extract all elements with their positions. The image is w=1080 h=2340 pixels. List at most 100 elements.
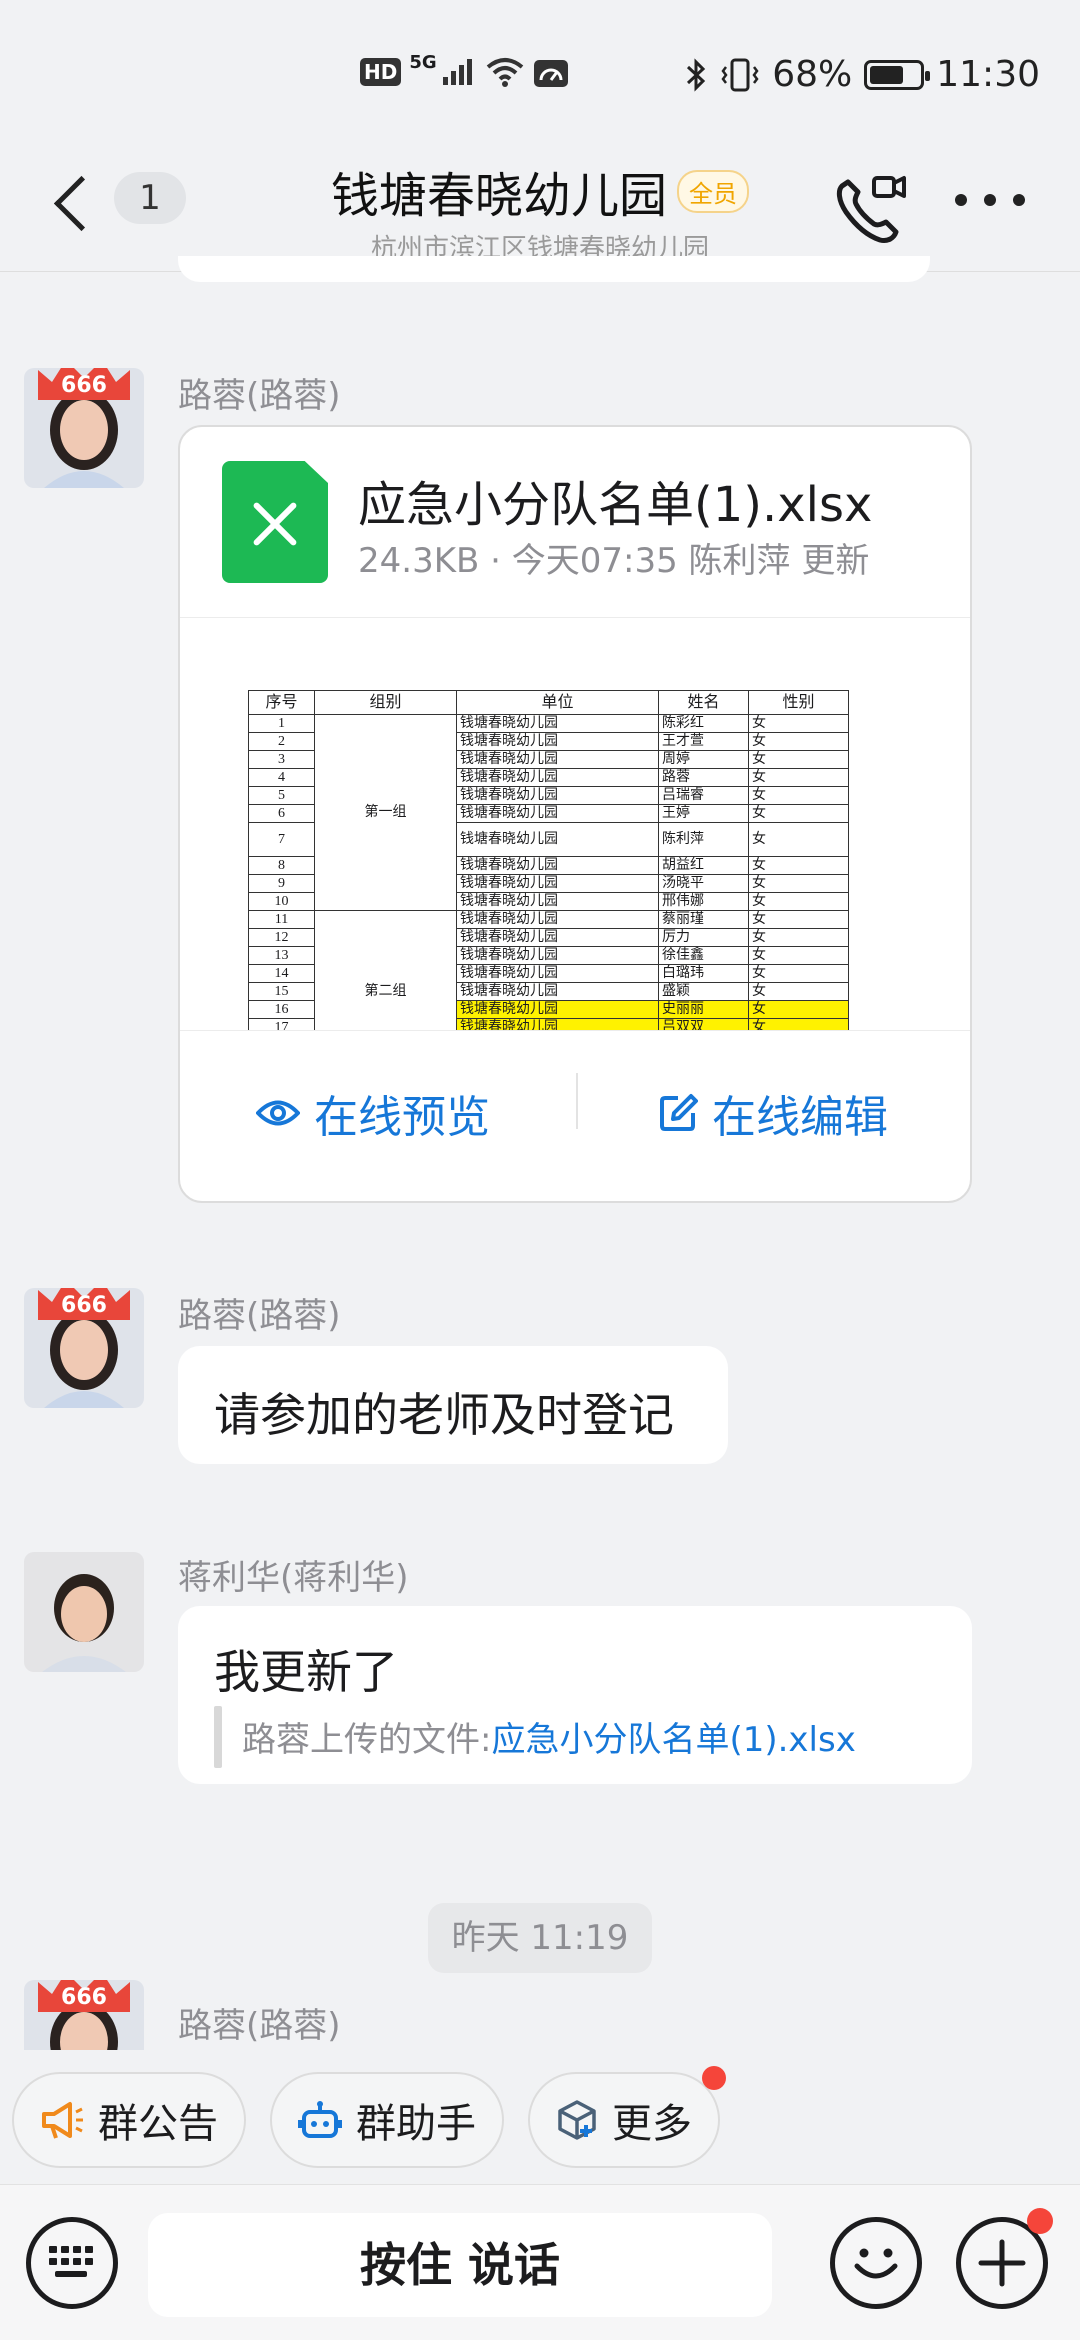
clock: 11:30 bbox=[936, 54, 1040, 95]
quote-message-bubble[interactable]: 我更新了 路蓉上传的文件:应急小分队名单(1).xlsx bbox=[178, 1606, 972, 1784]
table-cell: 女 bbox=[748, 1000, 849, 1019]
quick-action-label: 更多 bbox=[612, 2101, 692, 2147]
previous-message-bubble bbox=[178, 256, 930, 282]
network-type: 5G bbox=[409, 51, 437, 73]
avatar-lurong[interactable]: 666 bbox=[24, 1288, 144, 1408]
file-message-card[interactable]: 应急小分队名单(1).xlsx 24.3KB · 今天07:35 陈利萍 更新 … bbox=[178, 425, 972, 1203]
online-preview-button[interactable]: 在线预览 bbox=[256, 1081, 490, 1145]
table-cell: 钱塘春晓幼儿园 bbox=[456, 732, 659, 751]
avatar-lurong[interactable]: 666 bbox=[24, 1980, 144, 2050]
table-cell: 周婷 bbox=[658, 750, 749, 769]
table-cell: 钱塘春晓幼儿园 bbox=[456, 768, 659, 787]
table-cell: 女 bbox=[748, 714, 849, 733]
group-notice-button[interactable]: 群公告 bbox=[12, 2072, 246, 2168]
table-cell: 3 bbox=[248, 750, 315, 769]
battery-icon bbox=[864, 59, 931, 90]
table-cell: 钱塘春晓幼儿园 bbox=[456, 928, 659, 947]
video-call-icon[interactable] bbox=[830, 170, 910, 250]
online-edit-button[interactable]: 在线编辑 bbox=[658, 1081, 888, 1145]
table-cell: 钱塘春晓幼儿园 bbox=[456, 892, 659, 911]
table-header-cell: 序号 bbox=[248, 690, 315, 715]
chat-header: 钱塘春晓幼儿园 全员 杭州市滨江区钱塘春晓幼儿园 1 bbox=[0, 150, 1080, 272]
table-cell: 钱塘春晓幼儿园 bbox=[456, 750, 659, 769]
quoted-file[interactable]: 路蓉上传的文件:应急小分队名单(1).xlsx bbox=[242, 1712, 856, 1761]
spreadsheet-preview[interactable]: 序号 组别 单位 姓名 性别 1 第一组 钱塘春晓幼儿园 陈彩红女 2 钱塘春晓幼儿园 王才萱女 3 钱… bbox=[180, 617, 970, 1031]
table-cell: 女 bbox=[748, 732, 849, 751]
table-cell: 6 bbox=[248, 804, 315, 823]
table-cell: 钱塘春晓幼儿园 bbox=[456, 982, 659, 1001]
table-cell: 王才萱 bbox=[658, 732, 749, 751]
table-cell: 女 bbox=[748, 910, 849, 929]
table-cell: 钱塘春晓幼儿园 bbox=[456, 786, 659, 805]
table-cell: 邢伟娜 bbox=[658, 892, 749, 911]
table-cell: 蔡丽瑾 bbox=[658, 910, 749, 929]
group-cell: 第二组 bbox=[314, 910, 457, 1030]
back-button[interactable] bbox=[48, 168, 108, 238]
table-cell: 女 bbox=[748, 856, 849, 875]
crown-badge-icon: 666 bbox=[38, 1980, 130, 2012]
file-name[interactable]: 应急小分队名单(1).xlsx bbox=[358, 465, 872, 535]
table-cell: 钱塘春晓幼儿园 bbox=[456, 822, 659, 857]
more-options-icon[interactable] bbox=[955, 190, 1025, 210]
table-cell: 11 bbox=[248, 910, 315, 929]
table-cell: 吕瑞睿 bbox=[658, 786, 749, 805]
wifi-icon bbox=[486, 58, 523, 87]
quick-actions-bar: 群公告 群助手 更多 bbox=[0, 2058, 1080, 2168]
table-cell: 女 bbox=[748, 804, 849, 823]
cellular-signal-icon bbox=[442, 59, 472, 85]
table-cell: 胡益红 bbox=[658, 856, 749, 875]
text-message-bubble[interactable]: 请参加的老师及时登记 bbox=[178, 1346, 728, 1464]
emoji-button[interactable] bbox=[830, 2217, 922, 2309]
table-cell: 16 bbox=[248, 1000, 315, 1019]
new-badge-dot bbox=[702, 2066, 726, 2090]
table-cell: 10 bbox=[248, 892, 315, 911]
status-bar: HD 5G 68% 11:30 bbox=[0, 0, 1080, 150]
unread-count-badge[interactable]: 1 bbox=[114, 172, 186, 224]
table-cell: 女 bbox=[748, 928, 849, 947]
table-cell: 女 bbox=[748, 768, 849, 787]
quick-action-label: 群助手 bbox=[356, 2101, 476, 2147]
table-cell: 女 bbox=[748, 964, 849, 983]
table-header-cell: 姓名 bbox=[658, 690, 749, 715]
keyboard-icon bbox=[49, 2246, 93, 2277]
quoted-file-link[interactable]: 应急小分队名单(1).xlsx bbox=[491, 1720, 855, 1760]
table-cell: 盛颖 bbox=[658, 982, 749, 1001]
keyboard-toggle-button[interactable] bbox=[26, 2217, 118, 2309]
svg-text:666: 666 bbox=[61, 1985, 107, 2010]
table-cell: 17 bbox=[248, 1018, 315, 1030]
eye-icon bbox=[256, 1100, 300, 1126]
table-cell: 女 bbox=[748, 1018, 849, 1030]
table-cell: 女 bbox=[748, 786, 849, 805]
table-cell: 女 bbox=[748, 874, 849, 893]
more-button[interactable]: 更多 bbox=[528, 2066, 726, 2168]
table-cell: 1 bbox=[248, 714, 315, 733]
group-title[interactable]: 钱塘春晓幼儿园 bbox=[331, 156, 667, 226]
table-cell: 女 bbox=[748, 946, 849, 965]
table-cell: 厉力 bbox=[658, 928, 749, 947]
table-cell: 王婷 bbox=[658, 804, 749, 823]
table-cell: 女 bbox=[748, 892, 849, 911]
table-cell: 陈利萍 bbox=[658, 822, 749, 857]
table-header-cell: 单位 bbox=[456, 690, 659, 715]
notification-dot bbox=[1027, 2208, 1053, 2234]
sender-name: 蒋利华(蒋利华) bbox=[178, 1558, 409, 1598]
hold-to-talk-button[interactable]: 按住 说话 bbox=[148, 2213, 772, 2317]
group-cell: 第一组 bbox=[314, 714, 457, 911]
input-bar: 按住 说话 bbox=[0, 2184, 1080, 2340]
table-cell: 史丽丽 bbox=[658, 1000, 749, 1019]
table-cell: 5 bbox=[248, 786, 315, 805]
table-cell: 陈彩红 bbox=[658, 714, 749, 733]
quote-bar bbox=[214, 1706, 222, 1768]
avatar-jianglihua[interactable] bbox=[24, 1552, 144, 1672]
plus-icon bbox=[978, 2239, 1026, 2287]
table-cell: 4 bbox=[248, 768, 315, 787]
add-button[interactable] bbox=[956, 2208, 1053, 2309]
online-preview-label: 在线预览 bbox=[314, 1092, 490, 1143]
smiley-icon bbox=[854, 2248, 898, 2279]
sender-name: 路蓉(路蓉) bbox=[178, 376, 341, 416]
crown-badge-icon: 666 bbox=[38, 1288, 130, 1320]
group-assistant-button[interactable]: 群助手 bbox=[270, 2072, 504, 2168]
table-cell: 钱塘春晓幼儿园 bbox=[456, 804, 659, 823]
avatar-lurong[interactable]: 666 bbox=[24, 368, 144, 488]
table-row: 11 第二组 钱塘春晓幼儿园 蔡丽瑾女 bbox=[248, 910, 849, 1030]
